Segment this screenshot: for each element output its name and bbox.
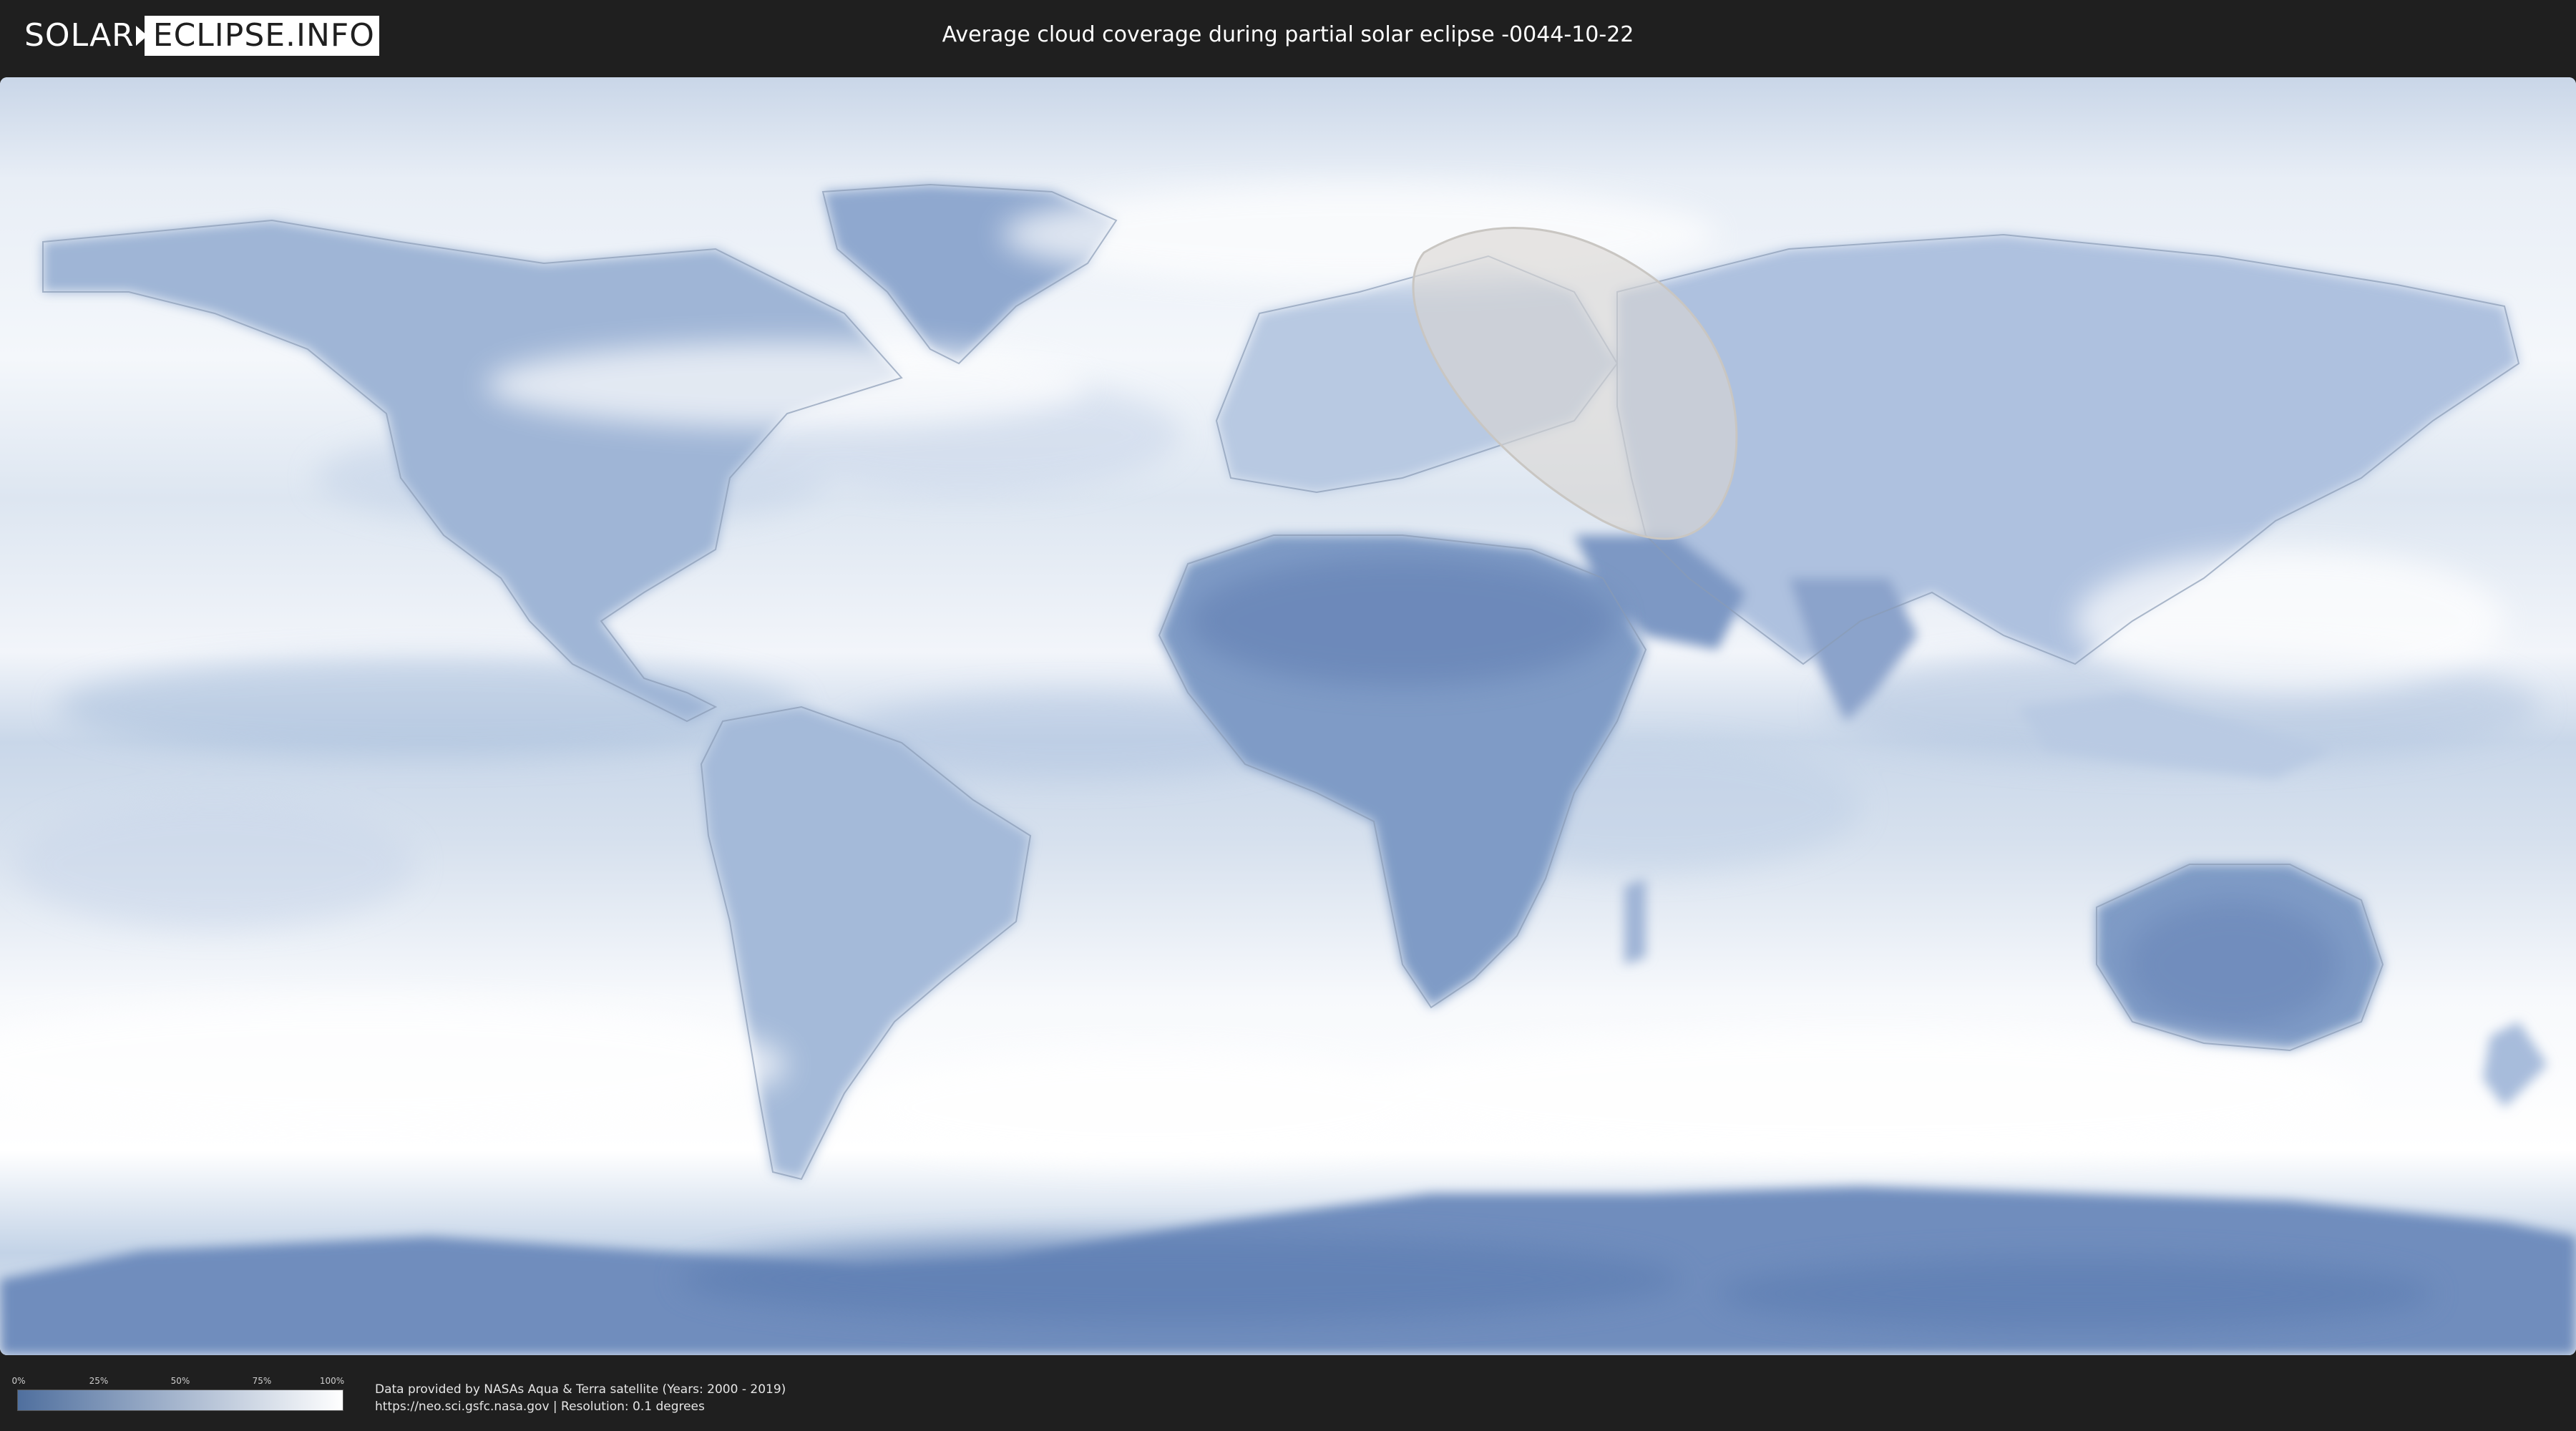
cloud-coverage-legend: 0% 25% 50% 75% 100%	[11, 1375, 345, 1418]
legend-tick-75: 75%	[252, 1376, 272, 1386]
legend-tick-25: 25%	[89, 1376, 109, 1386]
legend-gradient-bar	[17, 1390, 343, 1411]
page-title: Average cloud coverage during partial so…	[942, 22, 1634, 47]
header: SOLAR ECLIPSE.INFO Average cloud coverag…	[0, 0, 2576, 72]
legend-tick-50: 50%	[170, 1376, 190, 1386]
data-source-info: Data provided by NASAs Aqua & Terra sate…	[375, 1381, 786, 1415]
logo-text-solar: SOLAR	[24, 17, 135, 54]
logo-arrow-icon	[135, 26, 147, 46]
logo-text-eclipse-info: ECLIPSE.INFO	[144, 16, 379, 56]
cloud-coverage-map[interactable]	[0, 77, 2576, 1355]
site-logo[interactable]: SOLAR ECLIPSE.INFO	[24, 16, 379, 56]
data-url-line: https://neo.sci.gsfc.nasa.gov | Resoluti…	[375, 1400, 705, 1414]
footer: 0% 25% 50% 75% 100% Data provided by NAS…	[0, 1359, 2576, 1431]
app: SOLAR ECLIPSE.INFO Average cloud coverag…	[0, 0, 2576, 1431]
map-svg	[0, 77, 2576, 1355]
data-source-line: Data provided by NASAs Aqua & Terra sate…	[375, 1382, 786, 1397]
legend-tick-100: 100%	[319, 1376, 345, 1386]
legend-tick-0: 0%	[11, 1376, 26, 1386]
